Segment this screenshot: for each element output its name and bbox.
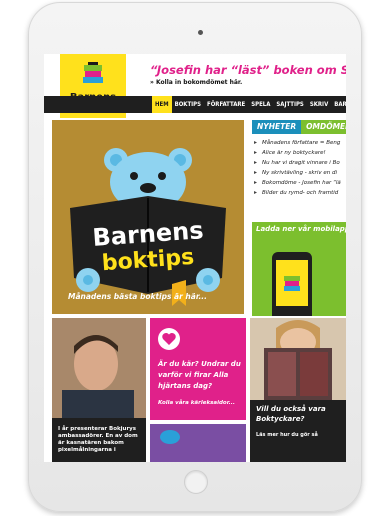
nav-item-barn[interactable]: BARN (331, 96, 346, 113)
phone-screen (276, 260, 308, 306)
home-button[interactable] (184, 470, 208, 494)
news-tabs: NYHETER OMDÖMEN (252, 120, 346, 134)
valentine-link[interactable]: Kolla våra kärleksaidor... (158, 400, 235, 406)
boktyckare-text: Vill du också vara Boktyckare? (256, 405, 326, 423)
books-icon (83, 62, 103, 83)
nav-list: HEM BOKTIPS FÖRFATTARE SPELA SAJTTIPS SK… (152, 96, 346, 113)
bear-reading-illustration (70, 148, 226, 306)
nav-item-hem[interactable]: HEM (152, 96, 172, 113)
hero-banner[interactable]: Barnens boktips (52, 120, 244, 314)
app-download-box[interactable]: Ladda ner vår mobilapp! (252, 222, 346, 316)
books-icon (284, 276, 300, 291)
main-nav: HEM BOKTIPS FÖRFATTARE SPELA SAJTTIPS SK… (44, 96, 346, 113)
nav-item-forfattare[interactable]: FÖRFATTARE (204, 96, 248, 113)
nav-item-boktips[interactable]: BOKTIPS (172, 96, 204, 113)
phone-icon (272, 252, 312, 316)
headline-link[interactable]: “Josefin har “läst” boken om Scaryg (150, 63, 346, 77)
tab-omdomen[interactable]: OMDÖMEN (301, 120, 346, 134)
headline-subline[interactable]: » Kolla in bokomdömet här. (150, 79, 242, 86)
news-item[interactable]: Ny skrivtävling - skriv en di (254, 168, 346, 178)
web-page: Barnens bibliotek “Josefin har “läst” bo… (44, 54, 346, 462)
app-box-title: Ladda ner vår mobilapp! (256, 225, 346, 233)
nav-item-skriv[interactable]: SKRIV (307, 96, 331, 113)
camera-icon (198, 30, 203, 35)
tab-nyheter[interactable]: NYHETER (252, 120, 302, 134)
nav-item-sajttips[interactable]: SAJTTIPS (273, 96, 306, 113)
news-item[interactable]: Nu har vi dragit vinnare i Bo (254, 158, 346, 168)
news-item[interactable]: Bokomdöme - Josefin har “lä (254, 178, 346, 188)
girl-reading-photo (250, 318, 346, 400)
news-item[interactable]: Alice är ny boktyckare! (254, 148, 346, 158)
heart-icon (158, 328, 180, 350)
nav-item-spela[interactable]: SPELA (248, 96, 273, 113)
hero-caption[interactable]: Månadens bästa boktips är här... (68, 292, 207, 301)
boktyckare-link[interactable]: Läs mer hur du gör så (256, 432, 318, 438)
badge-icon (160, 430, 180, 444)
ambassador-text: I år presenterar Bokjurys ambassadörer. … (58, 426, 138, 453)
news-item[interactable]: Månadens författare = Beng (254, 138, 346, 148)
valentine-text: Är du kär? Undrar du varför vi firar All… (158, 360, 241, 390)
news-list: Månadens författare = Beng Alice är ny b… (254, 138, 346, 198)
news-item[interactable]: Bilder du rymd- och framtid (254, 188, 346, 198)
